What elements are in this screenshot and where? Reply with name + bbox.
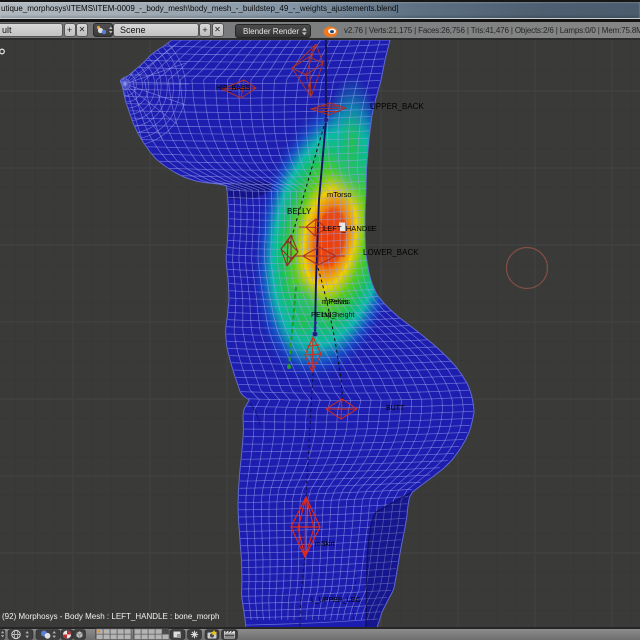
- svg-text:E: E: [369, 224, 374, 233]
- svg-text:mPelvis: mPelvis: [324, 297, 351, 306]
- svg-text:L_UPPER_LEG: L_UPPER_LEG: [311, 597, 361, 604]
- svg-text:BELLY: BELLY: [287, 207, 312, 216]
- svg-text:UPPER_BACK: UPPER_BACK: [370, 102, 424, 111]
- svg-text:(92) Morphosys - Body Mesh : L: (92) Morphosys - Body Mesh : LEFT_HANDLE…: [2, 612, 219, 621]
- svg-text:HIP_BASS: HIP_BASS: [216, 85, 251, 92]
- svg-text:LOWER_BACK: LOWER_BACK: [363, 248, 419, 257]
- svg-text:hip_height: hip_height: [322, 312, 354, 319]
- svg-text:BUTT: BUTT: [386, 405, 405, 412]
- svg-text:mSkirt: mSkirt: [315, 541, 335, 548]
- svg-text:mTorso: mTorso: [327, 190, 352, 199]
